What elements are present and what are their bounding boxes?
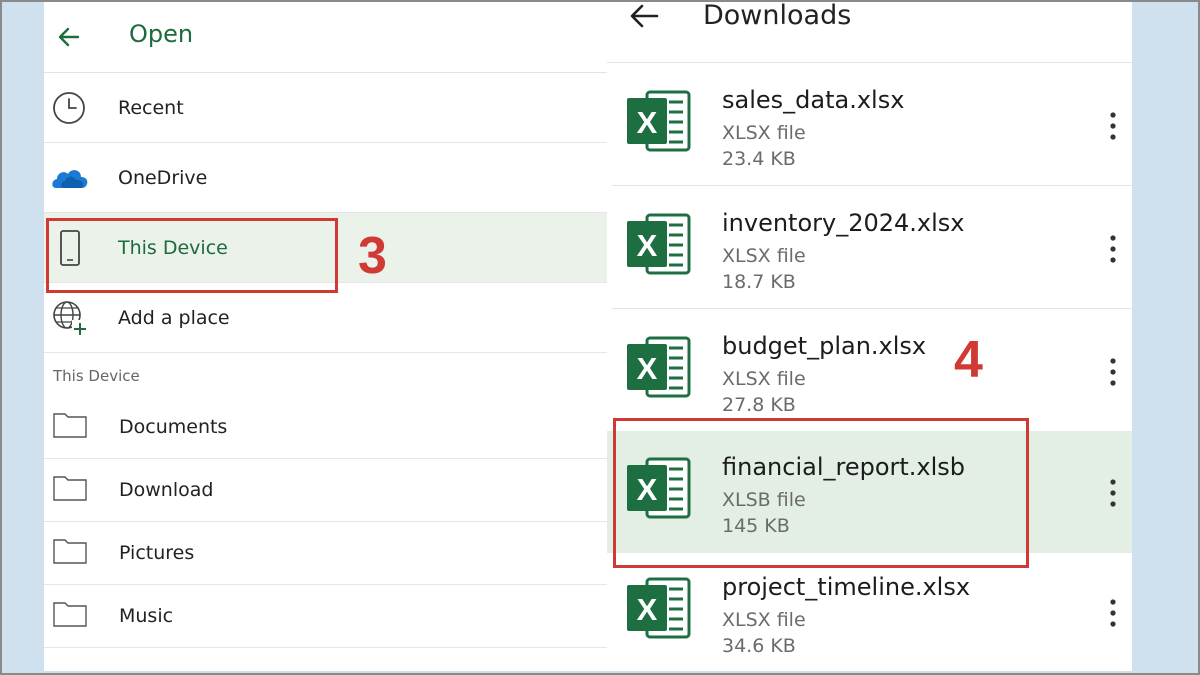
- folder-icon: [53, 539, 87, 564]
- more-options-icon[interactable]: [1103, 476, 1123, 510]
- file-size: 18.7 KB: [722, 271, 796, 293]
- file-size: 23.4 KB: [722, 148, 796, 170]
- nav-item-onedrive[interactable]: OneDrive: [44, 143, 607, 213]
- folder-label-download: Download: [119, 479, 214, 501]
- file-type: XLSX file: [722, 609, 806, 631]
- folder-icon: [53, 413, 87, 438]
- folder-label-music: Music: [119, 605, 174, 627]
- excel-file-icon: X: [627, 336, 691, 398]
- open-panel: Open Recent OneDrive This Device Add a p…: [44, 2, 607, 671]
- file-row-sales-data[interactable]: X sales_data.xlsx XLSX file 23.4 KB: [607, 64, 1132, 186]
- step-number-3: 3: [358, 227, 387, 285]
- file-name: inventory_2024.xlsx: [722, 209, 965, 237]
- more-options-icon[interactable]: [1103, 109, 1123, 143]
- more-options-icon[interactable]: [1103, 355, 1123, 389]
- file-row-budget-plan[interactable]: X budget_plan.xlsx XLSX file 27.8 KB: [607, 310, 1132, 432]
- folder-label-documents: Documents: [119, 416, 228, 438]
- downloads-header: Downloads: [607, 2, 1132, 63]
- folder-item-documents[interactable]: Documents: [44, 396, 607, 459]
- file-name: project_timeline.xlsx: [722, 573, 971, 601]
- nav-item-recent[interactable]: Recent: [44, 73, 607, 143]
- svg-text:X: X: [637, 105, 658, 140]
- back-arrow-icon[interactable]: [627, 2, 661, 30]
- downloads-panel: Downloads X sales_data.xlsx XLSX file 23…: [607, 2, 1132, 671]
- step-number-4: 4: [954, 331, 983, 389]
- row-divider: [612, 185, 1132, 186]
- folder-item-pictures[interactable]: Pictures: [44, 522, 607, 585]
- section-label-this-device: This Device: [53, 367, 140, 385]
- folder-icon: [53, 602, 87, 627]
- file-type: XLSX file: [722, 368, 806, 390]
- svg-text:X: X: [637, 228, 658, 263]
- folder-item-music[interactable]: Music: [44, 585, 607, 648]
- callout-box-financial-report: [613, 418, 1029, 568]
- nav-item-add-a-place[interactable]: Add a place: [44, 283, 607, 353]
- clock-icon: [53, 92, 85, 124]
- nav-label-onedrive: OneDrive: [118, 167, 208, 189]
- file-row-inventory-2024[interactable]: X inventory_2024.xlsx XLSX file 18.7 KB: [607, 187, 1132, 309]
- excel-file-icon: X: [627, 213, 691, 275]
- file-type: XLSX file: [722, 245, 806, 267]
- folder-icon: [53, 476, 87, 501]
- svg-text:X: X: [637, 592, 658, 627]
- file-row-project-timeline[interactable]: X project_timeline.xlsx XLSX file 34.6 K…: [607, 551, 1132, 671]
- nav-label-recent: Recent: [118, 97, 184, 119]
- row-divider: [612, 308, 1132, 309]
- globe-add-icon: [53, 301, 88, 336]
- downloads-title: Downloads: [703, 2, 852, 31]
- file-name: sales_data.xlsx: [722, 86, 905, 114]
- open-header: Open: [44, 2, 607, 73]
- back-arrow-icon[interactable]: [54, 22, 84, 52]
- excel-file-icon: X: [627, 577, 691, 639]
- folder-label-pictures: Pictures: [119, 542, 195, 564]
- more-options-icon[interactable]: [1103, 596, 1123, 630]
- excel-file-icon: X: [627, 90, 691, 152]
- onedrive-cloud-icon: [52, 170, 88, 188]
- file-size: 27.8 KB: [722, 394, 796, 416]
- more-options-icon[interactable]: [1103, 232, 1123, 266]
- folder-item-download[interactable]: Download: [44, 459, 607, 522]
- svg-text:X: X: [637, 351, 658, 386]
- file-type: XLSX file: [722, 122, 806, 144]
- file-size: 34.6 KB: [722, 635, 796, 657]
- file-name: budget_plan.xlsx: [722, 332, 927, 360]
- callout-box-this-device: [46, 218, 338, 293]
- nav-label-add-a-place: Add a place: [118, 307, 230, 329]
- page-title: Open: [129, 20, 194, 48]
